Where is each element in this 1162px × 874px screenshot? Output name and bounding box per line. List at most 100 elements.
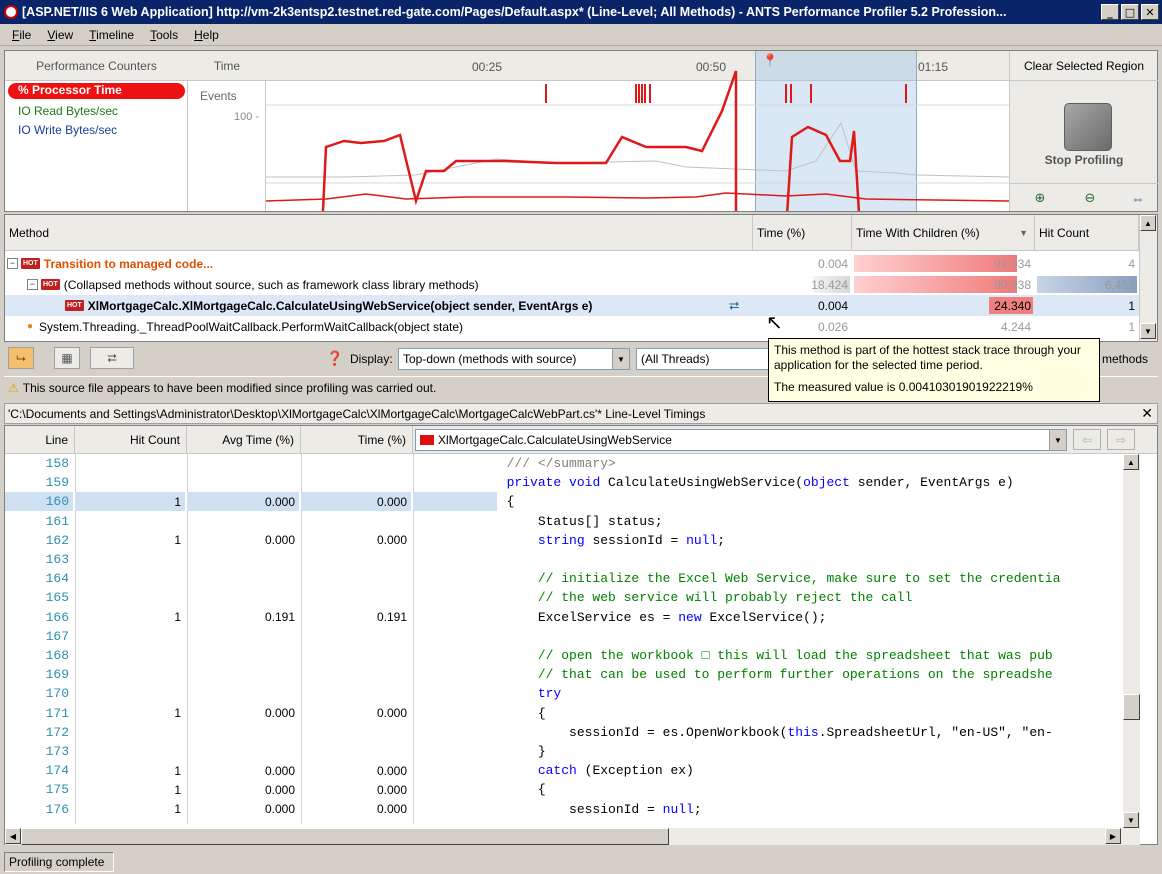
scroll-thumb[interactable] — [1123, 694, 1140, 720]
time-children-value: 90.938 — [994, 277, 1031, 292]
line-number: 165 — [45, 590, 69, 606]
counter-processor-time[interactable]: % Processor Time — [8, 83, 185, 99]
source-line[interactable]: 165 // the web service will probably rej… — [5, 588, 1123, 607]
collapse-icon[interactable]: − — [27, 279, 38, 290]
code-token: catch — [537, 763, 577, 779]
hot-badge: HOT — [41, 279, 60, 290]
line-code — [413, 550, 1123, 569]
column-hit-count[interactable]: Hit Count — [1035, 215, 1139, 251]
source-horizontal-scrollbar[interactable]: ◀ ▶ — [5, 828, 1140, 845]
source-line[interactable]: 158 /// </summary> — [5, 454, 1123, 473]
menu-file[interactable]: File — [4, 28, 39, 42]
method-grid: Method Time (%) Time With Children (%) ▼… — [4, 214, 1158, 342]
display-select[interactable]: Top-down (methods with source) ▼ — [398, 348, 630, 370]
source-line[interactable]: 175 1 0.000 0.000 { — [5, 780, 1123, 799]
source-line[interactable]: 169 // that can be used to perform furth… — [5, 665, 1123, 684]
source-line[interactable]: 168 // open the workbook □ this will loa… — [5, 646, 1123, 665]
grid-view-icon[interactable]: ▦ — [54, 347, 80, 369]
zoom-out-icon[interactable]: ⊖ — [1078, 188, 1102, 208]
stop-profiling-label[interactable]: Stop Profiling — [1010, 153, 1158, 167]
close-button[interactable]: ✕ — [1141, 4, 1159, 20]
nav-forward-icon[interactable]: ⇨ — [1107, 429, 1135, 450]
threads-select[interactable]: (All Threads) — [636, 348, 770, 370]
hot-badge: HOT — [65, 300, 84, 311]
source-line[interactable]: 170 try — [5, 684, 1123, 703]
source-line[interactable]: 162 1 0.000 0.000 string sessionId = null; — [5, 531, 1123, 550]
scroll-up-icon[interactable]: ▲ — [1140, 215, 1156, 231]
line-number: 168 — [45, 648, 69, 663]
menu-view[interactable]: View — [39, 28, 81, 42]
line-code: catch (Exception ex) — [413, 761, 1123, 780]
scroll-right-icon[interactable]: ▶ — [1105, 828, 1121, 844]
method-row-selected[interactable]: HOT XlMortgageCalc.XlMortgageCalc.Calcul… — [5, 295, 1139, 316]
column-time[interactable]: Time (%) — [753, 215, 852, 251]
scroll-up-icon[interactable]: ▲ — [1123, 454, 1139, 470]
source-line[interactable]: 160 1 0.000 0.000 { — [5, 492, 1123, 512]
column-avg-time[interactable]: Avg Time (%) — [187, 426, 301, 454]
scroll-left-icon[interactable]: ◀ — [5, 828, 21, 844]
source-line[interactable]: 166 1 0.191 0.191 ExcelService es = new Exc… — [5, 608, 1123, 627]
source-line[interactable]: 171 1 0.000 0.000 { — [5, 704, 1123, 723]
menu-help[interactable]: Help — [186, 28, 227, 42]
counter-io-write[interactable]: IO Write Bytes/sec — [8, 123, 117, 139]
source-lines[interactable]: 158 /// </summary> 159 private void Calcu… — [5, 454, 1123, 828]
help-icon[interactable]: ❓ — [326, 350, 343, 367]
profiler-window: [ASP.NET/IIS 6 Web Application] http://v… — [0, 0, 1162, 874]
code-token: new — [678, 609, 702, 625]
time-children-value: 24.340 — [994, 298, 1031, 313]
menu-timeline[interactable]: Timeline — [81, 28, 142, 42]
method-grid-scrollbar[interactable]: ▲ ▼ — [1139, 215, 1157, 341]
source-line[interactable]: 159 private void CalculateUsingWebServic… — [5, 473, 1123, 492]
source-line[interactable]: 173 } — [5, 742, 1123, 761]
call-graph-icon[interactable]: ⮂ — [729, 295, 749, 316]
timeline-graph[interactable]: 00:25 00:50 01:15 📍 — [266, 51, 1009, 211]
source-line[interactable]: 164 // initialize the Excel Web Service,… — [5, 569, 1123, 588]
menu-tools[interactable]: Tools — [142, 28, 186, 42]
call-graph-view-icon[interactable]: ⮂ — [90, 347, 134, 369]
io-series-line — [266, 121, 1009, 178]
scroll-thumb[interactable] — [21, 828, 669, 845]
close-source-icon[interactable]: ✕ — [1141, 405, 1153, 422]
source-line[interactable]: 167 — [5, 627, 1123, 646]
source-vertical-scrollbar[interactable]: ▲ ▼ — [1123, 454, 1140, 828]
method-row[interactable]: − HOT Transition to managed code... 0.00… — [5, 253, 1139, 274]
scroll-down-icon[interactable]: ▼ — [1123, 812, 1139, 828]
source-line[interactable]: 174 1 0.000 0.000 catch (Exception ex) — [5, 761, 1123, 780]
collapse-icon[interactable]: − — [7, 258, 18, 269]
counter-io-read[interactable]: IO Read Bytes/sec — [8, 104, 118, 120]
zoom-fit-icon[interactable]: ⇔ — [1126, 188, 1150, 208]
minimize-button[interactable]: _ — [1101, 4, 1119, 20]
column-method[interactable]: Method — [5, 215, 753, 251]
line-code: // the web service will probably reject … — [413, 588, 1123, 607]
column-hit-count[interactable]: Hit Count — [75, 426, 187, 454]
source-line[interactable]: 163 — [5, 550, 1123, 569]
zoom-in-icon[interactable]: ⊕ — [1028, 188, 1052, 208]
nav-back-icon[interactable]: ⇦ — [1073, 429, 1101, 450]
line-number: 173 — [45, 744, 69, 759]
code-token: sessionId = es.OpenWorkbook( — [413, 724, 788, 740]
method-row[interactable]: ● System.Threading._ThreadPoolWaitCallba… — [5, 316, 1139, 337]
timeline-panel: Performance Counters % Processor Time IO… — [4, 50, 1158, 212]
source-line[interactable]: 172 sessionId = es.OpenWorkbook(this .Spr… — [5, 723, 1123, 742]
line-code: sessionId = null; — [413, 800, 1123, 819]
events-label: Events — [200, 89, 237, 103]
tree-view-icon[interactable]: ⮡ — [8, 347, 34, 369]
method-row[interactable]: − HOT (Collapsed methods without source,… — [5, 274, 1139, 295]
method-select[interactable]: XlMortgageCalc.CalculateUsingWebService … — [415, 429, 1067, 451]
column-time-with-children[interactable]: Time With Children (%) ▼ — [852, 215, 1035, 251]
clear-selected-region-button[interactable]: Clear Selected Region — [1010, 51, 1158, 81]
column-line[interactable]: Line — [5, 426, 75, 454]
line-hit-count — [75, 550, 185, 569]
source-line[interactable]: 161 Status[] status; — [5, 512, 1123, 531]
line-hit-count — [75, 742, 185, 761]
maximize-button[interactable]: □ — [1121, 4, 1139, 20]
stop-profiling-icon[interactable] — [1064, 103, 1112, 151]
source-line[interactable]: 176 1 0.000 0.000 sessionId = null; — [5, 800, 1123, 819]
tooltip-line-1: This method is part of the hottest stack… — [774, 343, 1081, 372]
column-time[interactable]: Time (%) — [301, 426, 413, 454]
line-code: sessionId = es.OpenWorkbook(this .Spreads… — [413, 723, 1123, 742]
time-children-cell: 4.244 — [1000, 319, 1031, 334]
scroll-down-icon[interactable]: ▼ — [1140, 323, 1156, 339]
line-time: 0.000 — [376, 533, 407, 548]
